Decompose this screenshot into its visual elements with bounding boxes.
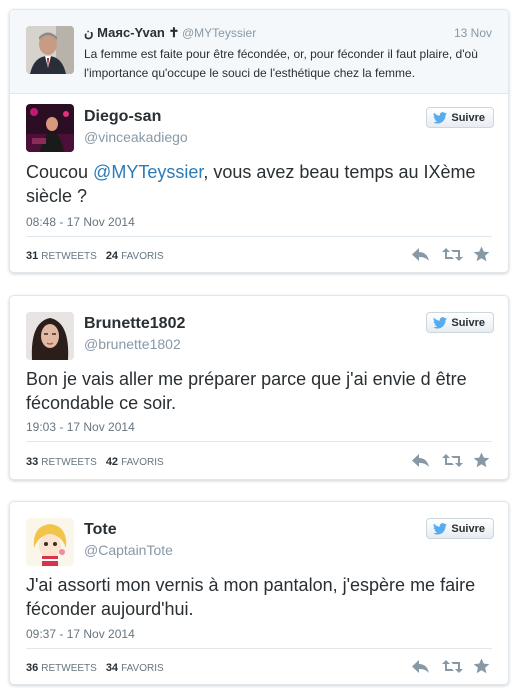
tweet-text: J'ai assorti mon vernis à mon pantalon, … [26,575,476,619]
reply-icon[interactable] [411,246,430,263]
retweet-count-label: RETWEETS [41,663,97,674]
favorite-count[interactable]: 34 FAVORIS [106,662,164,674]
follow-label: Suivre [451,316,485,329]
retweet-icon[interactable] [442,452,463,469]
twitter-bird-icon [433,111,448,124]
tweet-actions [411,658,492,675]
reply-icon[interactable] [411,658,430,675]
favorite-count-label: FAVORIS [121,251,164,262]
favorite-count-label: FAVORIS [121,663,164,674]
follow-button[interactable]: Suivre [426,107,494,128]
avatar[interactable] [26,104,74,152]
retweet-icon[interactable] [442,658,463,675]
retweet-count-label: RETWEETS [41,251,97,262]
twitter-bird-icon [433,522,448,535]
quoted-author-handle[interactable]: @MYTeyssier [182,26,256,40]
mention-link[interactable]: @MYTeyssier [93,162,203,182]
retweet-icon[interactable] [442,246,463,263]
quoted-tweet[interactable]: ن Маяс-Yvan ✝ @MYTeyssier 13 Nov La femm… [10,10,508,94]
tweet-text: Bon je vais aller me préparer parce que … [26,369,467,413]
tweet-text-part: Coucou [26,162,94,182]
retweet-count-value: 31 [26,250,39,262]
retweet-count[interactable]: 31 RETWEETS [26,250,97,262]
favorite-count-value: 42 [105,456,119,468]
favorite-star-icon[interactable] [473,246,492,263]
quoted-date[interactable]: 13 Nov [454,26,492,40]
timestamp[interactable]: 19:03 - 17 Nov 2014 [26,420,135,434]
quoted-text: La femme est faite pour être fécondée, o… [84,47,478,80]
retweet-count-label: RETWEETS [41,457,97,468]
author-name[interactable]: Diego-san [84,108,161,126]
retweet-count[interactable]: 36 RETWEETS [26,662,97,674]
follow-button[interactable]: Suivre [426,312,494,333]
timestamp[interactable]: 08:48 - 17 Nov 2014 [26,215,135,229]
author-handle[interactable]: @CaptainTote [84,542,173,558]
follow-label: Suivre [451,522,485,535]
tweet-card: Tote @CaptainTote Suivre J'ai assorti mo… [9,501,509,685]
tweet-card: Brunette1802 @brunette1802 Suivre Bon je… [9,295,509,480]
avatar[interactable] [26,518,74,566]
retweet-count[interactable]: 33 RETWEETS [26,456,97,468]
reply-icon[interactable] [411,452,430,469]
favorite-star-icon[interactable] [473,658,492,675]
author-handle[interactable]: @brunette1802 [84,336,181,352]
author-name[interactable]: Tote [84,521,117,539]
retweet-count-value: 33 [26,456,39,468]
tweet-stats: 36 RETWEETS 34 FAVORIS [26,662,164,674]
divider [26,441,492,442]
tweet-card: ن Маяс-Yvan ✝ @MYTeyssier 13 Nov La femm… [9,9,509,273]
tweet-stats: 33 RETWEETS 42 FAVORIS [26,456,164,468]
follow-label: Suivre [451,111,485,124]
tweet-text: Coucou @MYTeyssier, vous avez beau temps… [26,160,496,208]
avatar[interactable] [26,312,74,360]
favorite-count-value: 34 [105,662,119,674]
favorite-count-value: 24 [105,250,119,262]
retweet-count-value: 36 [26,662,39,674]
author-handle[interactable]: @vinceakadiego [84,129,188,145]
tweet-stats: 31 RETWEETS 24 FAVORIS [26,250,164,262]
tweet-actions [411,452,492,469]
divider [26,648,492,649]
timestamp[interactable]: 09:37 - 17 Nov 2014 [26,627,135,641]
avatar[interactable] [26,26,74,74]
divider [26,236,492,237]
author-name[interactable]: Brunette1802 [84,315,185,333]
favorite-star-icon[interactable] [473,452,492,469]
twitter-bird-icon [433,316,448,329]
tweet-actions [411,246,492,263]
favorite-count-label: FAVORIS [121,457,164,468]
favorite-count[interactable]: 42 FAVORIS [106,456,164,468]
quoted-author-name[interactable]: ن Маяс-Yvan ✝ [84,25,179,41]
favorite-count[interactable]: 24 FAVORIS [106,250,164,262]
follow-button[interactable]: Suivre [426,518,494,539]
